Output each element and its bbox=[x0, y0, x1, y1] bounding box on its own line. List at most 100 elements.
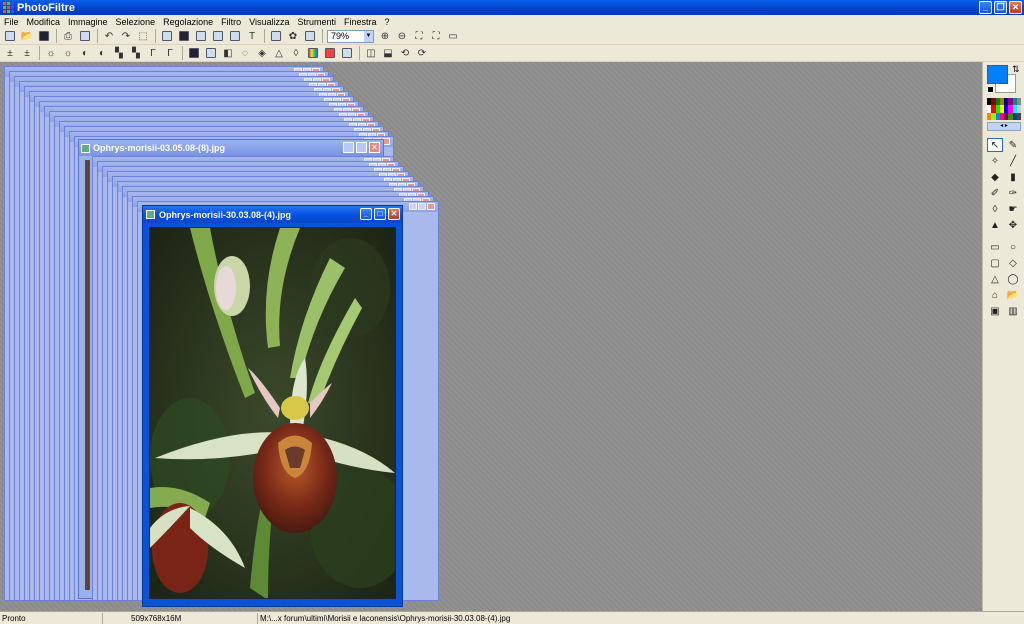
zoom-select[interactable]: 79% ▼ bbox=[327, 29, 374, 43]
minimize-button[interactable] bbox=[343, 142, 354, 153]
sharpen-icon[interactable]: ◈ bbox=[255, 46, 269, 60]
advanced-brush-tool-icon[interactable]: ✑ bbox=[1005, 186, 1021, 200]
text-icon[interactable]: T bbox=[245, 29, 259, 43]
new-file-icon[interactable] bbox=[3, 29, 17, 43]
brightness-up-icon[interactable]: ☼ bbox=[44, 46, 58, 60]
menu-finestra[interactable]: Finestra bbox=[340, 17, 381, 27]
open-folder-icon[interactable]: 📂 bbox=[20, 29, 34, 43]
auto-levels-icon[interactable]: ± bbox=[3, 46, 17, 60]
swap-colors-icon[interactable]: ⇅ bbox=[1012, 64, 1020, 75]
explorer-icon[interactable] bbox=[269, 29, 283, 43]
menu-strumenti[interactable]: Strumenti bbox=[293, 17, 340, 27]
sepia-icon[interactable] bbox=[204, 46, 218, 60]
minimize-button[interactable]: _ bbox=[979, 1, 992, 14]
brightness-down-icon[interactable]: ☼ bbox=[61, 46, 75, 60]
zoom-in-icon[interactable]: ⊕ bbox=[378, 29, 392, 43]
magic-wand-tool-icon[interactable]: ✧ bbox=[987, 154, 1003, 168]
maximize-button[interactable] bbox=[356, 142, 367, 153]
select-all-icon[interactable]: ▣ bbox=[987, 304, 1003, 318]
minimize-button[interactable]: _ bbox=[360, 208, 372, 220]
open-shape-icon[interactable]: 📂 bbox=[1005, 288, 1021, 302]
pattern-tool-icon[interactable]: ✥ bbox=[1005, 218, 1021, 232]
print-icon[interactable]: ⎙ bbox=[61, 29, 75, 43]
crop-icon[interactable]: ⬚ bbox=[136, 29, 150, 43]
paste-icon[interactable] bbox=[228, 29, 242, 43]
layer-icon[interactable] bbox=[194, 29, 208, 43]
undo-icon[interactable]: ↶ bbox=[102, 29, 116, 43]
orchid-photo[interactable] bbox=[149, 227, 396, 599]
menu-modifica[interactable]: Modifica bbox=[23, 17, 65, 27]
contrast-up-icon[interactable]: ◐ bbox=[78, 46, 92, 60]
rotate-right-icon[interactable]: ⟳ bbox=[415, 46, 429, 60]
contrast-down-icon[interactable]: ◐ bbox=[95, 46, 109, 60]
hue-icon[interactable] bbox=[323, 46, 337, 60]
auto-contrast-icon[interactable]: ± bbox=[20, 46, 34, 60]
rounded-rect-selection-icon[interactable]: ▢ bbox=[987, 256, 1003, 270]
fullscreen-icon[interactable]: ▭ bbox=[446, 29, 460, 43]
drop-icon[interactable]: ◊ bbox=[289, 46, 303, 60]
color-swatch[interactable] bbox=[1016, 98, 1021, 106]
plugin-icon[interactable]: ✿ bbox=[286, 29, 300, 43]
default-colors-icon[interactable] bbox=[987, 86, 994, 93]
palette-scroll[interactable]: ◂ ▸ bbox=[987, 122, 1021, 131]
menu-immagine[interactable]: Immagine bbox=[64, 17, 112, 27]
mask-icon[interactable] bbox=[177, 29, 191, 43]
diamond-selection-icon[interactable]: ◇ bbox=[1005, 256, 1021, 270]
lasso-selection-icon[interactable]: ◯ bbox=[1005, 272, 1021, 286]
flip-vertical-icon[interactable]: ⬓ bbox=[381, 46, 395, 60]
color-swatch[interactable] bbox=[1016, 112, 1021, 120]
menu-help[interactable]: ? bbox=[381, 17, 394, 27]
rectangle-selection-icon[interactable]: ▭ bbox=[987, 240, 1003, 254]
window-button[interactable] bbox=[418, 203, 426, 210]
close-button[interactable] bbox=[427, 203, 435, 210]
menu-regolazione[interactable]: Regolazione bbox=[159, 17, 217, 27]
scan-icon[interactable] bbox=[78, 29, 92, 43]
copy-icon[interactable] bbox=[211, 29, 225, 43]
close-button[interactable]: ✕ bbox=[388, 208, 400, 220]
brush-tool-icon[interactable]: ✐ bbox=[987, 186, 1003, 200]
spray-tool-icon[interactable]: ▮ bbox=[1005, 170, 1021, 184]
fill-icon[interactable] bbox=[160, 29, 174, 43]
gamma-down-icon[interactable]: Γ bbox=[163, 46, 177, 60]
foreground-color-swatch[interactable] bbox=[987, 65, 1008, 84]
window-title-bar[interactable]: Ophrys-morisii-03.05.08-(8).jpg bbox=[79, 140, 383, 156]
invert-selection-icon[interactable]: ▥ bbox=[1005, 304, 1021, 318]
zoom-out-icon[interactable]: ⊖ bbox=[395, 29, 409, 43]
clone-stamp-tool-icon[interactable]: ▲ bbox=[987, 218, 1003, 232]
window-button[interactable] bbox=[409, 203, 417, 210]
smudge-tool-icon[interactable]: ☛ bbox=[1005, 202, 1021, 216]
color-palette-grid[interactable] bbox=[987, 98, 1021, 120]
image-window-active[interactable]: Ophrys-morisii-30.03.08-(4).jpg _ □ ✕ bbox=[142, 205, 403, 607]
grayscale-icon[interactable] bbox=[187, 46, 201, 60]
workspace[interactable]: Ophrys-morisii-03.05.08-(8).jpg ✕ Ophrys… bbox=[0, 62, 982, 611]
actual-size-icon[interactable]: ⛶ bbox=[429, 29, 443, 43]
color-balance-icon[interactable] bbox=[306, 46, 320, 60]
blur-icon[interactable]: ◌ bbox=[238, 46, 252, 60]
gamma-up-icon[interactable]: Γ bbox=[146, 46, 160, 60]
triangle-selection-icon[interactable]: △ bbox=[987, 272, 1003, 286]
close-button[interactable]: ✕ bbox=[369, 142, 380, 153]
menu-visualizza[interactable]: Visualizza bbox=[245, 17, 293, 27]
menu-file[interactable]: File bbox=[0, 17, 23, 27]
maximize-button[interactable]: □ bbox=[374, 208, 386, 220]
line-tool-icon[interactable]: ╱ bbox=[1005, 154, 1021, 168]
menu-filtro[interactable]: Filtro bbox=[217, 17, 245, 27]
fit-window-icon[interactable]: ⛶ bbox=[412, 29, 426, 43]
eyedropper-tool-icon[interactable]: ✎ bbox=[1005, 138, 1021, 152]
pointer-tool-icon[interactable]: ↖ bbox=[987, 138, 1003, 152]
polygon-selection-icon[interactable]: ⌂ bbox=[987, 288, 1003, 302]
save-icon[interactable] bbox=[37, 29, 51, 43]
saturation-up-icon[interactable]: ▚ bbox=[112, 46, 126, 60]
blur-tool-icon[interactable]: ◊ bbox=[987, 202, 1003, 216]
rotate-left-icon[interactable]: ⟲ bbox=[398, 46, 412, 60]
fill-bucket-tool-icon[interactable]: ◆ bbox=[987, 170, 1003, 184]
menu-selezione[interactable]: Selezione bbox=[112, 17, 160, 27]
window-icon[interactable] bbox=[303, 29, 317, 43]
flip-horizontal-icon[interactable]: ◫ bbox=[364, 46, 378, 60]
ellipse-selection-icon[interactable]: ○ bbox=[1005, 240, 1021, 254]
color-swatch[interactable] bbox=[1016, 105, 1021, 113]
window-title-bar[interactable]: Ophrys-morisii-30.03.08-(4).jpg _ □ ✕ bbox=[143, 206, 402, 223]
adjust-icon[interactable] bbox=[340, 46, 354, 60]
redo-icon[interactable]: ↷ bbox=[119, 29, 133, 43]
close-button[interactable]: ✕ bbox=[1009, 1, 1022, 14]
